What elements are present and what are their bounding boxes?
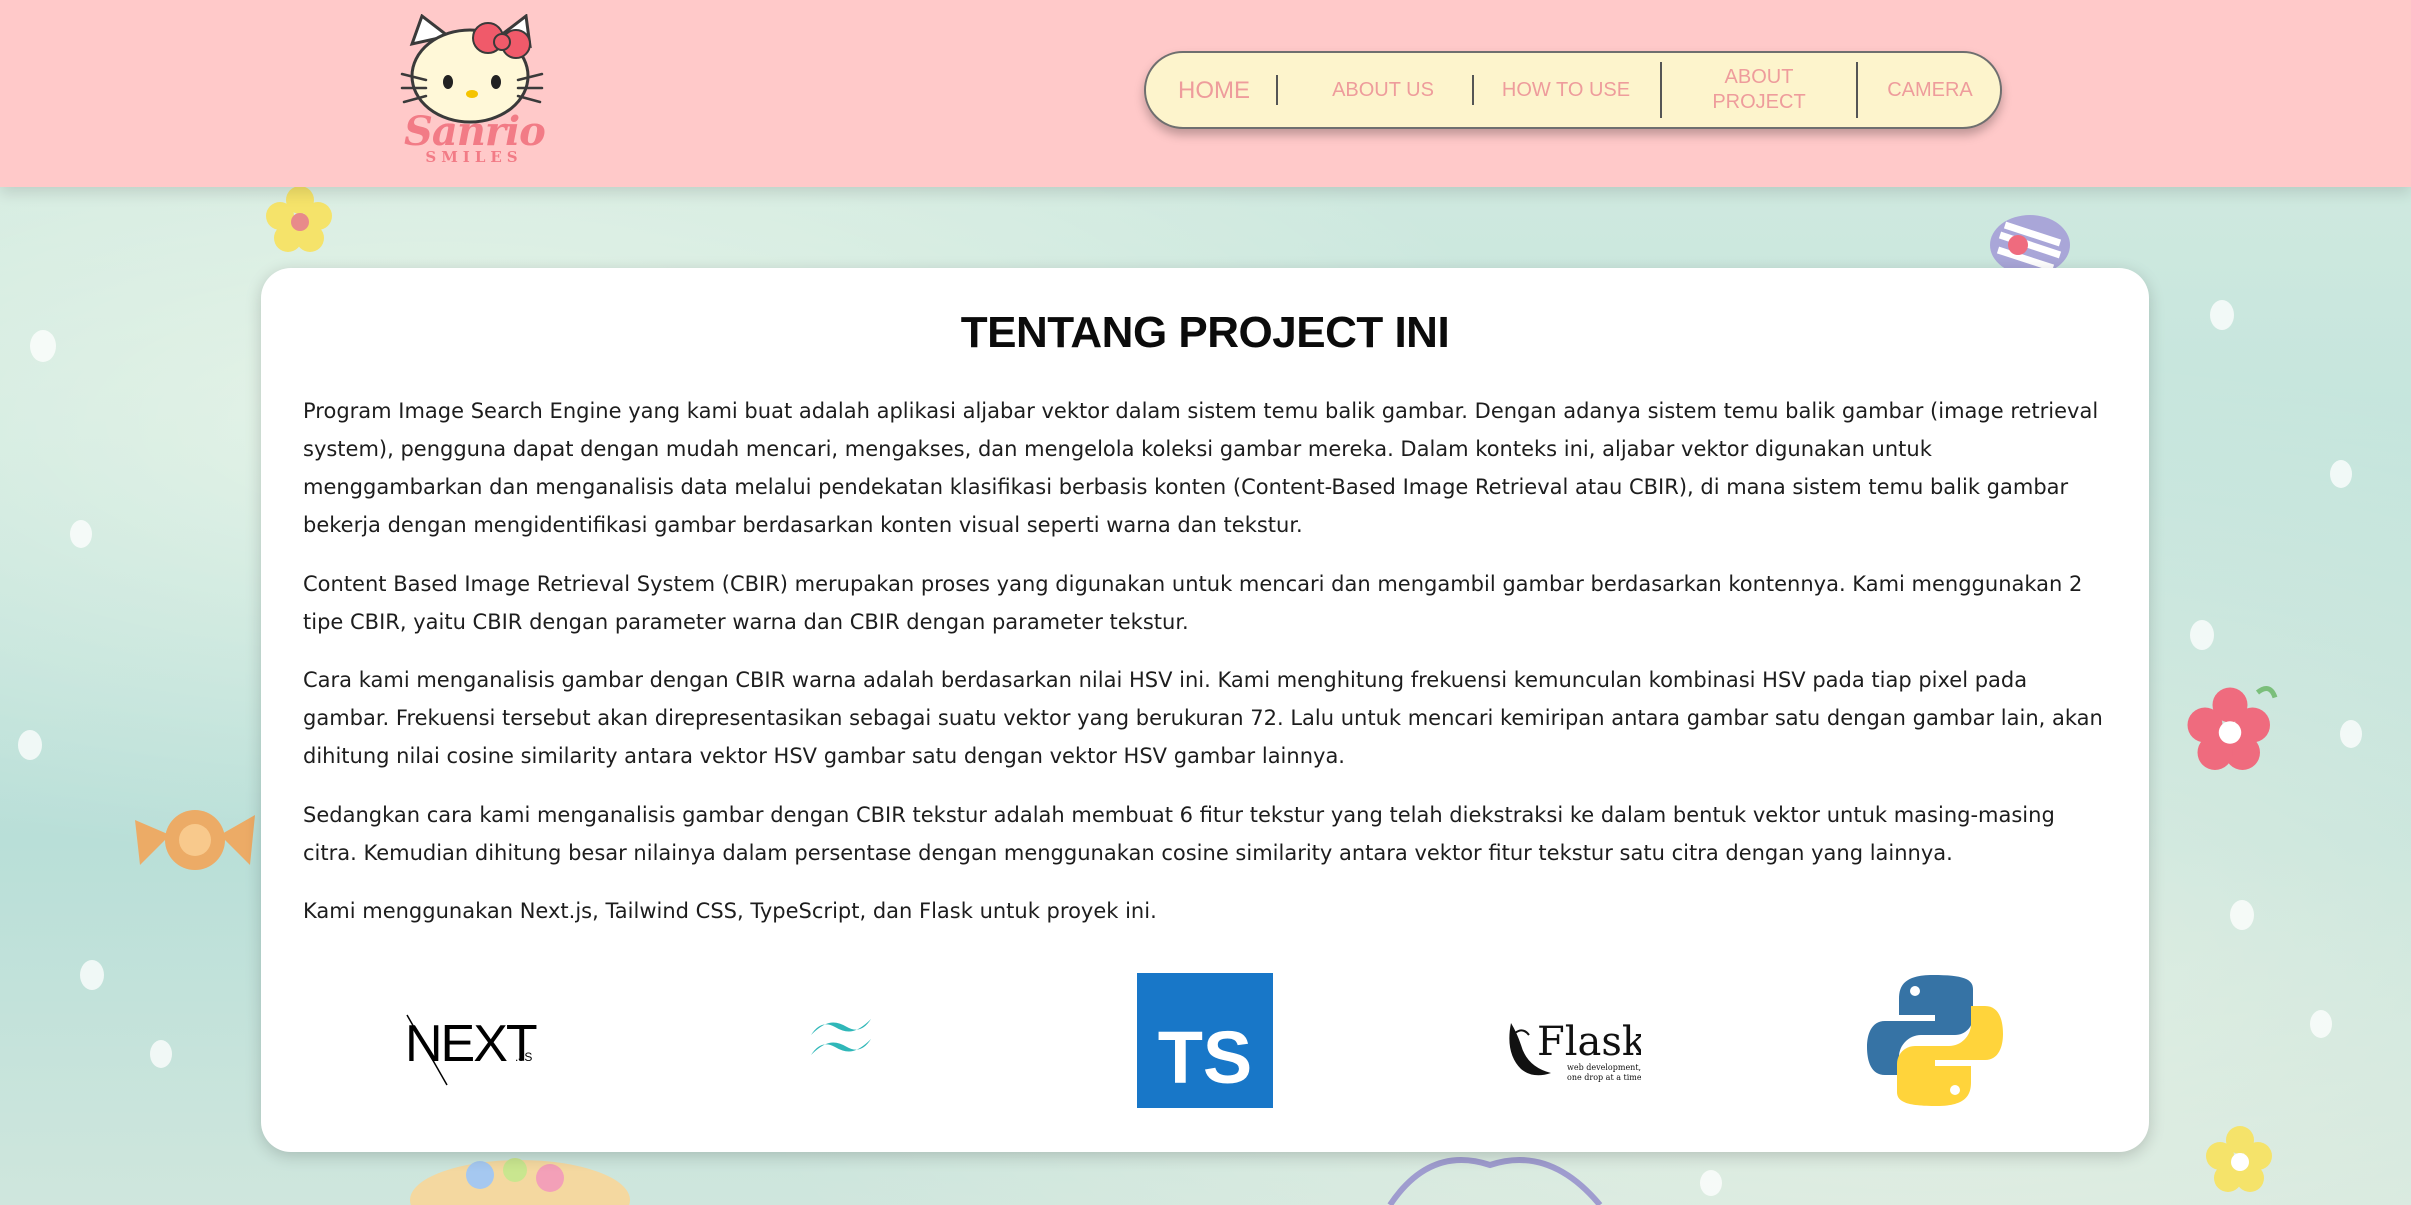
bg-dot — [30, 330, 56, 362]
nextjs-logo-suffix: .JS — [515, 1050, 532, 1064]
python-logo — [1867, 975, 2003, 1106]
yellow-flower-icon — [266, 186, 332, 252]
main-navigation: HOME ABOUT US HOW TO USE ABOUT PROJECT C… — [1144, 51, 2002, 129]
bg-dot — [80, 960, 104, 990]
bg-dot — [2230, 900, 2254, 930]
nav-divider — [1856, 62, 1858, 118]
bg-dot — [2330, 460, 2352, 488]
nav-divider — [1472, 75, 1474, 105]
flask-logo: Flask web development, one drop at a tim… — [1509, 1019, 1641, 1082]
candy-icon — [135, 810, 255, 870]
flask-logo-tagline-1: web development, — [1567, 1063, 1641, 1072]
paragraph-tech-stack: Kami menggunakan Next.js, Tailwind CSS, … — [303, 899, 1157, 923]
typescript-logo-text: TS — [1158, 1016, 1253, 1099]
tailwind-logo — [811, 1019, 871, 1055]
nextjs-logo-text: NEXT — [405, 1015, 537, 1073]
bg-dot — [2340, 720, 2362, 748]
nav-how-to-use[interactable]: HOW TO USE — [1476, 53, 1656, 127]
yellow-flower-icon — [2206, 1126, 2272, 1192]
page-title: TENTANG PROJECT INI — [960, 308, 1450, 357]
bg-dot — [18, 730, 42, 760]
typescript-logo: TS — [1137, 973, 1273, 1108]
pink-flower-icon — [2187, 686, 2278, 770]
paragraph-cbir: Content Based Image Retrieval System (CB… — [303, 572, 2083, 634]
nav-about-us[interactable]: ABOUT US — [1280, 53, 1486, 127]
nav-about-project[interactable]: ABOUT PROJECT — [1664, 53, 1854, 127]
paragraph-intro: Program Image Search Engine yang kami bu… — [303, 399, 2099, 537]
bg-dot — [2310, 1010, 2332, 1038]
about-project-card: TENTANG PROJECT INI Program Image Search… — [261, 268, 2149, 1152]
nav-camera[interactable]: CAMERA — [1860, 53, 2000, 127]
bg-dot — [2190, 620, 2214, 650]
nextjs-logo: NEXT .JS — [405, 1014, 539, 1086]
paragraph-cbir-texture: Sedangkan cara kami menganalisis gambar … — [303, 803, 2055, 865]
flask-logo-tagline-2: one drop at a time — [1567, 1073, 1641, 1082]
nav-home[interactable]: HOME — [1166, 53, 1262, 127]
paragraph-cbir-color: Cara kami menganalisis gambar dengan CBI… — [303, 668, 2103, 768]
bg-dot — [1700, 1170, 1722, 1196]
nav-divider — [1276, 75, 1278, 105]
hello-kitty-outline-decoration — [1387, 1157, 1603, 1205]
logo-subtext: SMILES — [425, 148, 523, 166]
bg-dot — [70, 520, 92, 548]
nav-divider — [1660, 62, 1662, 118]
flask-logo-text: Flask — [1537, 1019, 1641, 1065]
bg-dot — [150, 1040, 172, 1068]
site-header: Sanrio SMILES HOME ABOUT US HOW TO USE A… — [0, 0, 2411, 187]
bg-dot — [2210, 300, 2234, 330]
